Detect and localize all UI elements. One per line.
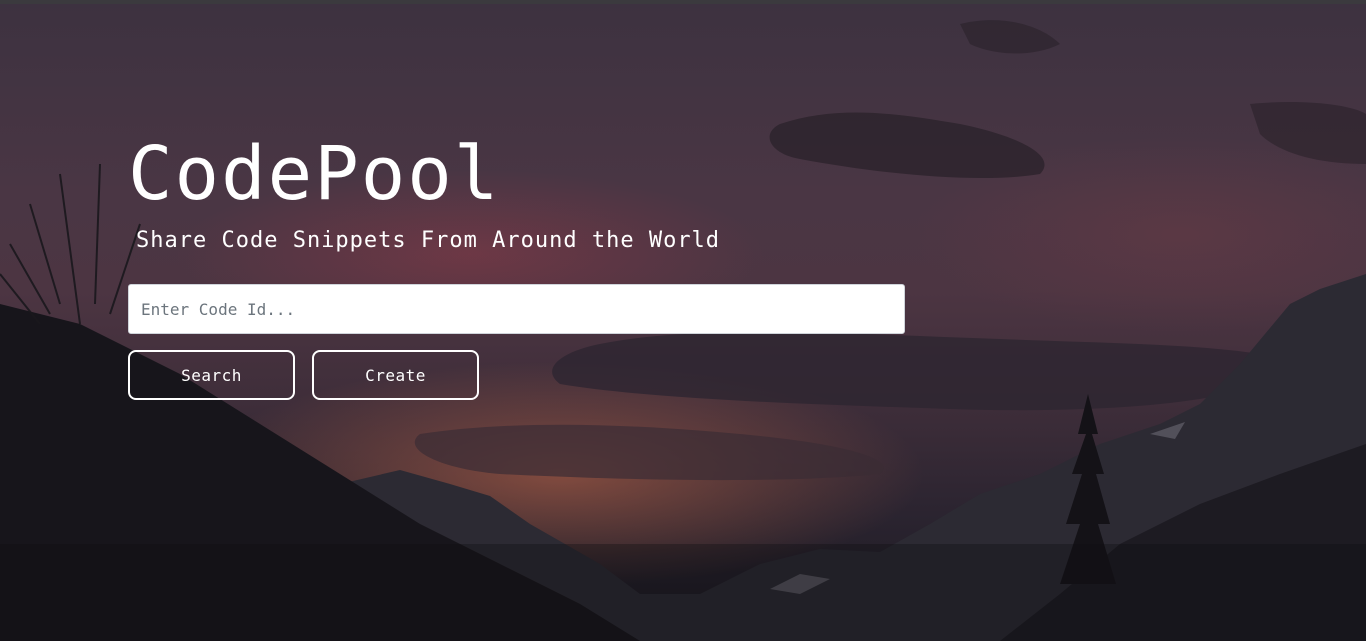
hero-section: CodePool Share Code Snippets From Around… [128, 128, 928, 400]
search-button[interactable]: Search [128, 350, 295, 400]
page-title: CodePool [128, 131, 501, 217]
create-button[interactable]: Create [312, 350, 479, 400]
page-subtitle: Share Code Snippets From Around the Worl… [136, 228, 721, 253]
code-id-input[interactable] [128, 284, 905, 334]
action-buttons: Search Create [128, 350, 928, 400]
